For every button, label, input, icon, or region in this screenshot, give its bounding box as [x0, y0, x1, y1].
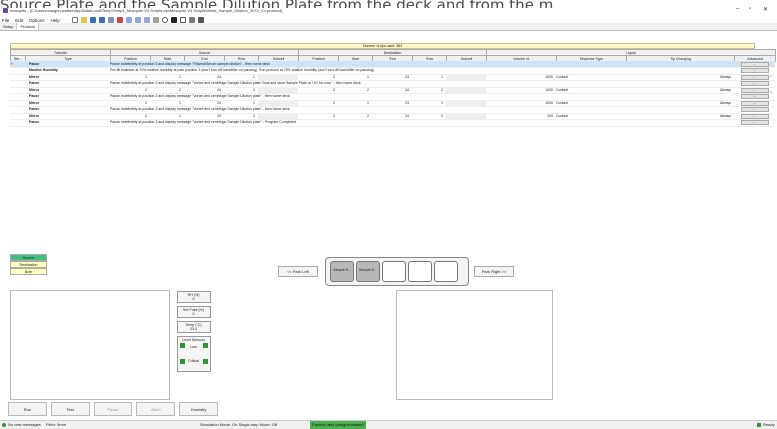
protocol-table-body: ➔ Pause Pause indefinitely at position 3 a… — [10, 61, 776, 127]
advanced-button[interactable]: ... — [740, 81, 769, 87]
setpoint-readout: Set Point (%) 0 — [176, 306, 211, 318]
row-type: Pause — [25, 119, 110, 127]
minimize-button[interactable]: – — [736, 6, 739, 12]
menu-edit[interactable]: Edit — [15, 18, 23, 23]
advanced-button[interactable]: ... — [740, 113, 769, 119]
side-arrow-icon[interactable]: › — [770, 55, 777, 60]
menu-options[interactable]: Options — [29, 18, 45, 23]
rh-value: 0 — [192, 297, 195, 301]
close-button[interactable]: ✕ — [763, 6, 768, 13]
pitch-status: Pitch: 9mm — [46, 422, 67, 427]
side-caret-up-icon[interactable]: ^ — [770, 74, 777, 79]
advanced-button[interactable]: ... — [740, 74, 769, 80]
setpoint-value: 0 — [192, 312, 195, 316]
advanced-button[interactable]: ... — [740, 100, 769, 106]
humidify-button[interactable]: Humidify — [179, 402, 218, 416]
abort-button[interactable]: Abort — [136, 402, 176, 416]
advanced-button[interactable]: ... — [740, 87, 769, 93]
legend-source: Source — [10, 254, 47, 261]
deck-slot[interactable]: Sample D... — [356, 261, 380, 282]
side-panel-edge: › ^ v — [770, 55, 777, 115]
row-description: Pause indefinitely at position 3 and dis… — [110, 119, 735, 127]
table-row[interactable]: Pause Pause indefinitely at position 3 an… — [10, 119, 776, 127]
deck-slot[interactable] — [382, 261, 406, 282]
run-controls: Run Test Pause Abort Humidify — [8, 402, 218, 416]
advanced-button[interactable]: ... — [740, 94, 769, 100]
level-sensors: Level Sensors Low Critical — [176, 336, 211, 372]
temp-value: 23.4 — [190, 327, 197, 331]
park-right-button[interactable]: Park Right >> — [474, 266, 514, 277]
maximize-button[interactable]: ▫ — [749, 6, 751, 12]
temp-readout: Temp (°C) 23.4 — [176, 321, 211, 333]
messages-icon — [2, 423, 6, 427]
step-cell — [10, 119, 25, 127]
level-indicator-icon — [179, 359, 185, 364]
advanced-button[interactable]: ... — [740, 120, 769, 126]
simulation-status: Simulation Mode: On Single-step Mode: Of… — [200, 422, 278, 427]
level-indicator-icon — [179, 343, 185, 348]
deck-slots: Sample S... Sample D... — [325, 257, 469, 286]
level-indicator-icon — [202, 359, 208, 364]
humidity-status-panel: RH (%) 0 Set Point (%) 0 Temp (°C) 23.4 … — [172, 290, 215, 400]
status-bar: No new messages Pitch: 9mm Simulation Mo… — [0, 420, 777, 429]
window-title: mosquito - [C:\Users\vaughn.walker\AppDa… — [10, 8, 283, 13]
park-left-button[interactable]: << Park Left — [278, 266, 318, 277]
level-indicator-icon — [202, 343, 208, 348]
advanced-button[interactable]: ... — [740, 61, 769, 67]
ready-status: Ready — [763, 422, 775, 427]
advanced-button[interactable]: ... — [740, 107, 769, 113]
ready-icon — [757, 423, 761, 427]
left-view-panel — [10, 290, 170, 400]
legend-destination: Destination — [10, 261, 47, 268]
tab-protocol[interactable]: Protocol — [17, 23, 40, 30]
test-button[interactable]: Test — [50, 402, 90, 416]
messages-status: No new messages — [8, 422, 41, 427]
pause-button[interactable]: Pause — [93, 402, 133, 416]
tab-setup[interactable]: Setup — [0, 23, 18, 30]
level-label: Level Sensors — [182, 338, 205, 342]
rh-readout: RH (%) 0 — [176, 291, 211, 303]
advanced-button[interactable]: ... — [740, 68, 769, 74]
deck-slot[interactable] — [408, 261, 432, 282]
advanced-cell: ... — [734, 119, 776, 127]
legend-both: Both — [10, 268, 47, 275]
deck-slot[interactable] — [434, 261, 458, 282]
tab-bar: Setup Protocol — [0, 23, 777, 31]
title-bar: mosquito - [C:\Users\vaughn.walker\AppDa… — [0, 6, 777, 14]
menu-file[interactable]: File — [2, 18, 9, 23]
side-caret-down-icon[interactable]: v — [770, 89, 777, 94]
app-icon — [3, 8, 8, 13]
run-button[interactable]: Run — [8, 402, 47, 416]
right-view-panel — [396, 290, 553, 400]
menu-help[interactable]: Help — [51, 18, 60, 23]
user-badge: Factory user (vaughn.walker) — [310, 421, 366, 429]
plate-legend: Source Destination Both — [10, 254, 47, 275]
deck-slot[interactable]: Sample S... — [330, 261, 354, 282]
